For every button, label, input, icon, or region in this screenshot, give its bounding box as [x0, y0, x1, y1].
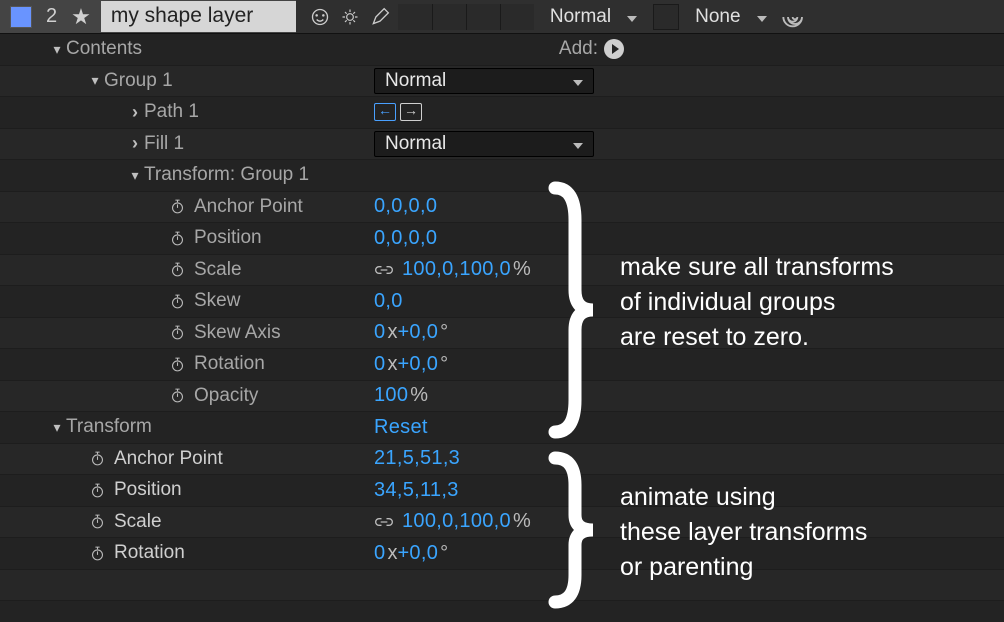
stopwatch-icon[interactable] [166, 322, 188, 344]
prop-label: Anchor Point [194, 196, 303, 218]
parent-value: None [695, 6, 740, 28]
fill1-label: Fill 1 [144, 133, 184, 155]
prop-value[interactable]: +0,0 [397, 542, 438, 565]
layer-header: 2 ★ my shape layer Normal None [0, 0, 1004, 34]
transform-group1-label: Transform: Group 1 [144, 164, 309, 186]
twirl-icon[interactable] [86, 72, 104, 89]
contents-row[interactable]: Contents Add: [0, 34, 1004, 66]
prop-label: Rotation [194, 353, 265, 375]
prop-prefix[interactable]: 0 [374, 353, 385, 376]
prop-value[interactable]: 100,0,100,0 [402, 510, 511, 533]
add-label: Add: [559, 38, 598, 60]
prop-value[interactable]: 100 [374, 384, 408, 407]
path-direction-toggle[interactable] [374, 103, 422, 121]
stopwatch-icon[interactable] [86, 511, 108, 533]
prop-label: Scale [194, 259, 242, 281]
prop-value[interactable]: 100,0,100,0 [402, 258, 511, 281]
t-anchor-point-row[interactable]: Anchor Point 21,5,51,3 [0, 444, 1004, 476]
layer-index: 2 [46, 5, 57, 28]
prop-unit: ° [440, 321, 448, 344]
stopwatch-icon[interactable] [86, 479, 108, 501]
prop-value[interactable]: 21,5,51,3 [374, 447, 460, 470]
prop-label: Scale [114, 511, 162, 533]
prop-value[interactable]: 0,0,0,0 [374, 195, 437, 218]
fill1-row[interactable]: Fill 1 Normal [0, 129, 1004, 161]
stopwatch-icon[interactable] [166, 196, 188, 218]
prop-label: Rotation [114, 542, 185, 564]
prop-value[interactable]: +0,0 [397, 353, 438, 376]
group1-row[interactable]: Group 1 Normal [0, 66, 1004, 98]
transform-reset[interactable]: Reset [374, 416, 428, 439]
prop-label: Skew Axis [194, 322, 281, 344]
adjustment-layer-icon[interactable] [368, 5, 392, 29]
parent-dropdown[interactable]: None [685, 3, 776, 31]
motion-blur-icon[interactable] [338, 5, 362, 29]
stopwatch-icon[interactable] [166, 227, 188, 249]
stopwatch-icon[interactable] [86, 542, 108, 564]
add-menu-button[interactable] [604, 39, 624, 59]
annotation-bottom: animate usingthese layer transformsor pa… [620, 480, 867, 585]
prop-value[interactable]: +0,0 [397, 321, 438, 344]
prop-label: Anchor Point [114, 448, 223, 470]
parent-pickwhip-icon[interactable] [781, 3, 809, 31]
twirl-icon[interactable] [48, 419, 66, 436]
layer-name-field[interactable]: my shape layer [101, 1, 296, 32]
twirl-icon[interactable] [126, 102, 144, 123]
prop-label: Opacity [194, 385, 258, 407]
group1-blend-dropdown[interactable]: Normal [374, 68, 594, 94]
path1-row[interactable]: Path 1 [0, 97, 1004, 129]
stopwatch-icon[interactable] [166, 290, 188, 312]
prop-unit: % [410, 384, 428, 407]
transform-group1-row[interactable]: Transform: Group 1 [0, 160, 1004, 192]
prop-prefix[interactable]: 0 [374, 321, 385, 344]
prop-unit: ° [440, 353, 448, 376]
blend-mode-dropdown[interactable]: Normal [540, 3, 647, 31]
annotation-top: make sure all transformsof individual gr… [620, 250, 894, 355]
prop-label: Position [194, 227, 262, 249]
prop-prefix[interactable]: 0 [374, 542, 385, 565]
fx-icon[interactable] [308, 5, 332, 29]
prop-unit: % [513, 258, 531, 281]
constrain-proportions-icon[interactable] [374, 515, 396, 529]
prop-unit: % [513, 510, 531, 533]
twirl-icon[interactable] [48, 41, 66, 58]
prop-label: Position [114, 479, 182, 501]
chevron-down-icon [567, 70, 583, 92]
stopwatch-icon[interactable] [166, 385, 188, 407]
track-matte-toggle[interactable] [653, 4, 679, 30]
path1-label: Path 1 [144, 101, 199, 123]
twirl-icon[interactable] [126, 167, 144, 184]
stopwatch-icon[interactable] [86, 448, 108, 470]
prop-value[interactable]: 34,5,11,3 [374, 479, 459, 502]
shape-layer-icon: ★ [71, 4, 91, 30]
chevron-down-icon [751, 6, 767, 28]
contents-label: Contents [66, 38, 142, 60]
chevron-down-icon [621, 6, 637, 28]
g1-anchor-point-row[interactable]: Anchor Point 0,0,0,0 [0, 192, 1004, 224]
g1-opacity-row[interactable]: Opacity 100% [0, 381, 1004, 413]
twirl-icon[interactable] [126, 133, 144, 154]
prop-unit: ° [440, 542, 448, 565]
group1-label: Group 1 [104, 70, 173, 92]
stopwatch-icon[interactable] [166, 353, 188, 375]
constrain-proportions-icon[interactable] [374, 263, 396, 277]
blend-mode-value: Normal [550, 6, 611, 28]
chevron-down-icon [567, 133, 583, 155]
prop-value[interactable]: 0,0 [374, 290, 403, 313]
stopwatch-icon[interactable] [166, 259, 188, 281]
prop-value[interactable]: 0,0,0,0 [374, 227, 437, 250]
layer-color-swatch[interactable] [10, 6, 32, 28]
transform-label: Transform [66, 416, 152, 438]
layer-switches[interactable] [398, 4, 534, 30]
fill1-blend-dropdown[interactable]: Normal [374, 131, 594, 157]
transform-row[interactable]: Transform Reset [0, 412, 1004, 444]
prop-label: Skew [194, 290, 240, 312]
